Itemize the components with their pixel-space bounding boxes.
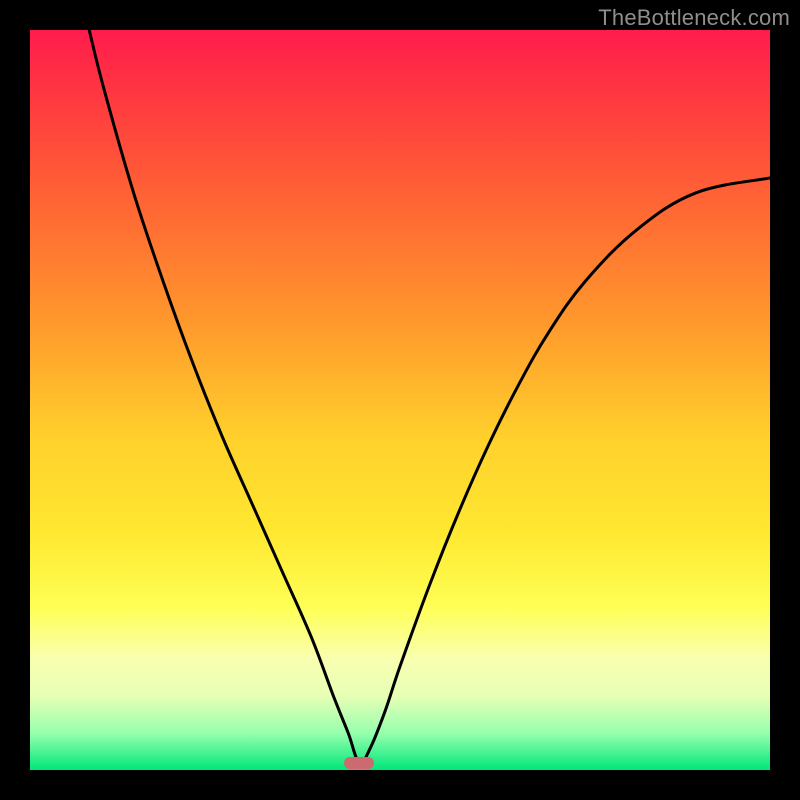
bottleneck-curve (30, 30, 770, 770)
minimum-marker (344, 757, 374, 769)
plot-area (30, 30, 770, 770)
chart-stage: TheBottleneck.com (0, 0, 800, 800)
watermark-text: TheBottleneck.com (598, 5, 790, 31)
